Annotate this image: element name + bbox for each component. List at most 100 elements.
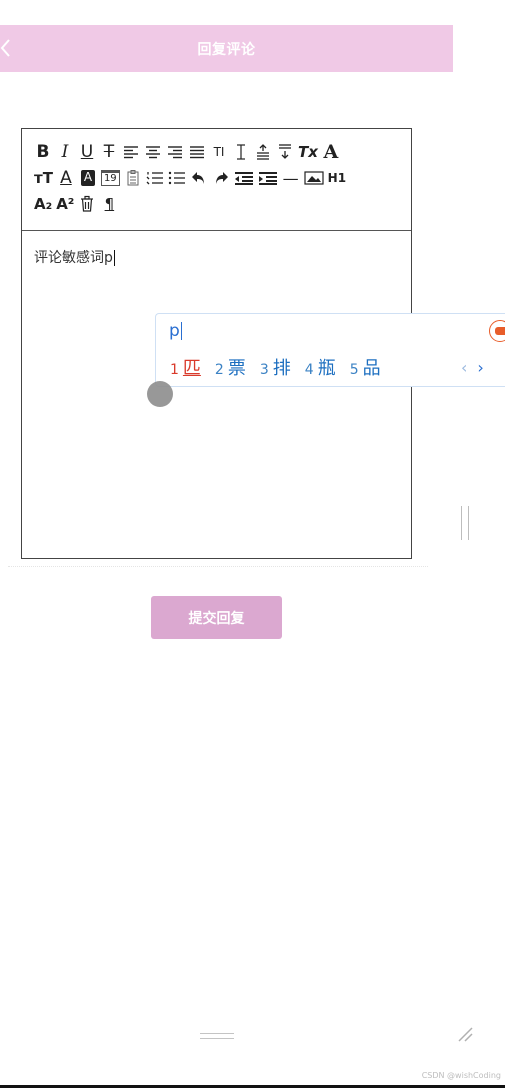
page-title: 回复评论 [197,42,256,58]
ime-candidate-char: 匹 [182,358,201,379]
insert-time-button[interactable] [124,167,142,189]
ime-logo-icon[interactable] [489,320,505,342]
unordered-list-icon [168,171,186,185]
ime-candidate[interactable]: 1匹 [170,354,201,380]
horizontal-rule-button[interactable]: — [282,167,300,189]
letter-spacing-button[interactable] [232,141,250,163]
image-icon [304,171,324,185]
text-size-button[interactable]: ᴛT [34,167,53,189]
insert-date-button-label: 19 [100,170,120,186]
outdent-button[interactable] [234,167,254,189]
italic-button[interactable]: I [56,141,74,163]
align-right-icon [167,145,183,159]
align-justify-icon [189,145,205,159]
trash-icon [79,195,95,213]
pilcrow-button[interactable]: ¶ [100,193,118,215]
heading-button[interactable]: H1 [328,167,346,189]
font-color-button-label: A [60,168,72,188]
clipboard-icon [126,169,140,187]
italic-button-label: I [61,142,69,162]
line-height-button[interactable] [254,141,272,163]
editor-toolbar: B I U T TI Tx A ᴛT A A 19— H1 A₂ A² ¶ [22,129,411,231]
bold-button-label: B [36,142,50,162]
align-left-icon [123,145,139,159]
ime-candidates: 1匹2票3排4瓶5品 [170,354,395,380]
superscript-button-label: A² [56,195,75,213]
subscript-button-label: A₂ [34,195,53,213]
touch-indicator [147,381,173,407]
paragraph-spacing-button[interactable] [276,141,294,163]
ordered-list-button[interactable] [146,167,164,189]
editor-content[interactable]: 评论敏感词p [34,247,115,267]
redo-button[interactable] [212,167,230,189]
ime-candidate-number: 2 [214,362,224,378]
font-color-button[interactable]: A [57,167,75,189]
ime-candidate-number: 5 [349,362,359,378]
ordered-list-icon [146,171,164,185]
text-cursor-icon [234,143,248,161]
ime-candidate[interactable]: 5品 [350,354,381,380]
undo-icon [191,170,207,186]
underline-button-label: U [80,142,94,162]
ime-input-text: p [169,321,180,341]
indent-button[interactable] [258,167,278,189]
paragraph-spacing-icon [277,143,293,161]
redo-icon [213,170,229,186]
ime-candidate-char: 排 [272,358,291,379]
background-color-button-label: A [80,170,96,186]
text-caret [113,250,115,266]
ime-candidate[interactable]: 4瓶 [305,354,336,380]
indent-icon [258,171,278,185]
align-center-button[interactable] [144,141,162,163]
ime-candidate-char: 品 [362,358,381,379]
subscript-button[interactable]: A₂ [34,193,52,215]
align-center-icon [145,145,161,159]
ime-candidate-char: 票 [227,358,246,379]
submit-reply-button[interactable]: 提交回复 [151,596,282,639]
strikethrough-button[interactable]: T [100,141,118,163]
align-justify-button[interactable] [188,141,206,163]
ime-candidate-panel: p 1匹2票3排4瓶5品 ‹ › [155,313,505,387]
strikethrough-button-label: T [103,142,115,162]
ime-candidate-number: 3 [259,362,269,378]
underline-button[interactable]: U [78,141,96,163]
ime-page-nav: ‹ › [461,358,484,377]
watermark: CSDN @wishCoding [421,1071,501,1080]
heading-button-label: H1 [327,171,347,185]
bottom-drag-handle[interactable] [200,1033,234,1039]
ime-next-page-button[interactable]: › [477,358,483,377]
pilcrow-button-label: ¶ [104,195,115,213]
clear-format-button-label: Tx [298,143,318,161]
font-family-button-label: A [323,141,339,163]
header-bar: 回复评论 [0,25,453,72]
clear-format-button[interactable]: Tx [298,141,318,163]
horizontal-rule-button-label: — [282,168,299,188]
ime-composition: p [169,321,182,341]
resize-icon[interactable] [456,1025,474,1043]
insert-image-button[interactable] [304,167,324,189]
undo-button[interactable] [190,167,208,189]
superscript-button[interactable]: A² [56,193,74,215]
line-height-icon [255,143,271,161]
font-size-button-label: TI [213,145,225,159]
font-family-button[interactable]: A [322,141,340,163]
outdent-icon [234,171,254,185]
ime-candidate[interactable]: 3排 [260,354,291,380]
ime-caret [180,322,182,340]
font-size-button[interactable]: TI [210,141,228,163]
unordered-list-button[interactable] [168,167,186,189]
ime-candidate-number: 1 [170,362,179,378]
delete-button[interactable] [78,193,96,215]
background-color-button[interactable]: A [79,167,97,189]
divider [8,566,428,567]
insert-date-button[interactable]: 19 [100,167,120,189]
align-right-button[interactable] [166,141,184,163]
ime-candidate-number: 4 [304,362,314,378]
ime-candidate-char: 瓶 [317,358,336,379]
side-drag-handle[interactable] [461,506,469,540]
text-size-button-label: ᴛT [34,169,53,187]
ime-candidate[interactable]: 2票 [215,354,246,380]
bold-button[interactable]: B [34,141,52,163]
align-left-button[interactable] [122,141,140,163]
ime-prev-page-button[interactable]: ‹ [461,358,467,377]
